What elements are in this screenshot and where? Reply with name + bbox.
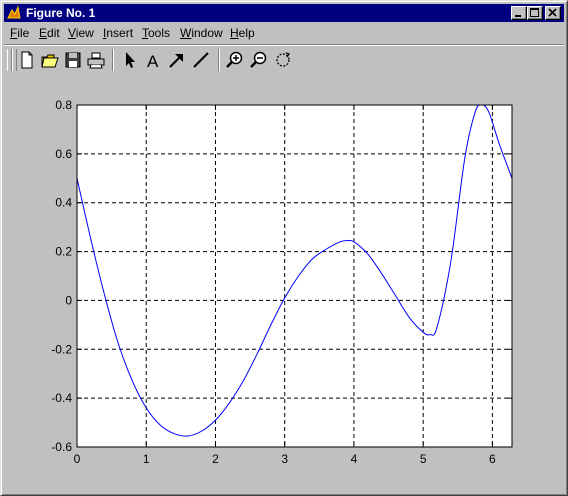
menu-help[interactable]: Help bbox=[230, 26, 255, 40]
line-icon bbox=[193, 52, 209, 68]
toolbar-separator-2 bbox=[218, 49, 220, 71]
text-icon: A bbox=[147, 52, 159, 71]
x-tick-label: 0 bbox=[74, 452, 81, 466]
insert-text-button[interactable]: A bbox=[142, 49, 164, 71]
y-tick-label: 0.4 bbox=[55, 196, 72, 210]
menu-view[interactable]: View bbox=[68, 26, 94, 40]
arrow-icon bbox=[169, 54, 183, 68]
zoom-out-button[interactable] bbox=[248, 49, 270, 71]
close-icon bbox=[548, 8, 557, 17]
title-bar[interactable]: Figure No. 1 bbox=[4, 4, 564, 22]
zoom-in-icon bbox=[226, 51, 243, 68]
toolbar-separator bbox=[112, 49, 114, 71]
y-tick-label: 0.6 bbox=[55, 147, 72, 161]
x-tick-label: 5 bbox=[420, 452, 427, 466]
rotate-3d-button[interactable] bbox=[272, 49, 294, 71]
zoom-out-icon bbox=[250, 51, 267, 68]
new-figure-button[interactable] bbox=[16, 49, 38, 71]
plot-area bbox=[77, 105, 512, 447]
menu-file[interactable]: File bbox=[10, 26, 29, 40]
zoom-in-button[interactable] bbox=[224, 49, 246, 71]
y-tick-label: -0.4 bbox=[51, 391, 72, 405]
menu-window[interactable]: Window bbox=[180, 26, 223, 40]
menu-tools[interactable]: Tools bbox=[142, 26, 170, 40]
select-arrow-icon bbox=[126, 52, 135, 68]
y-tick-label: 0.2 bbox=[55, 245, 72, 259]
y-tick-label: -0.6 bbox=[51, 440, 72, 454]
line-chart[interactable]: 0 1 2 3 4 5 6 -0.6 -0.4 -0.2 0 0.2 0.4 0.6 0.8 bbox=[4, 74, 564, 492]
menu-bar: File Edit View Insert Tools Window Help bbox=[4, 23, 564, 42]
rotate-icon bbox=[276, 52, 290, 67]
svg-text:A: A bbox=[147, 52, 159, 71]
matlab-logo-icon bbox=[7, 5, 21, 19]
print-icon bbox=[87, 52, 105, 69]
insert-arrow-button[interactable] bbox=[166, 49, 188, 71]
menu-insert[interactable]: Insert bbox=[103, 26, 133, 40]
insert-line-button[interactable] bbox=[190, 49, 212, 71]
figure-canvas: 0 1 2 3 4 5 6 -0.6 -0.4 -0.2 0 0.2 0.4 0.6 0.8 bbox=[4, 74, 564, 492]
toolbar: A bbox=[4, 44, 564, 73]
window-title: Figure No. 1 bbox=[26, 6, 96, 20]
open-file-button[interactable] bbox=[39, 49, 61, 71]
edit-plot-button[interactable] bbox=[118, 49, 140, 71]
menu-edit[interactable]: Edit bbox=[39, 26, 60, 40]
x-tick-label: 1 bbox=[143, 452, 150, 466]
maximize-button[interactable] bbox=[527, 6, 543, 20]
save-icon bbox=[65, 52, 81, 68]
x-tick-label: 3 bbox=[281, 452, 288, 466]
new-file-icon bbox=[21, 51, 33, 69]
minimize-button[interactable] bbox=[511, 6, 527, 20]
print-button[interactable] bbox=[85, 49, 107, 71]
maximize-icon bbox=[530, 8, 539, 17]
save-button[interactable] bbox=[62, 49, 84, 71]
open-folder-icon bbox=[41, 54, 59, 68]
y-tick-label: 0.8 bbox=[55, 98, 72, 112]
x-tick-label: 6 bbox=[489, 452, 496, 466]
close-button[interactable] bbox=[545, 6, 561, 20]
y-tick-label: -0.2 bbox=[51, 342, 72, 356]
x-tick-label: 2 bbox=[212, 452, 219, 466]
minimize-icon bbox=[515, 15, 521, 17]
y-tick-label: 0 bbox=[65, 293, 72, 307]
x-tick-label: 4 bbox=[351, 452, 358, 466]
figure-window: Figure No. 1 File Edit View Insert Tools… bbox=[0, 0, 568, 496]
